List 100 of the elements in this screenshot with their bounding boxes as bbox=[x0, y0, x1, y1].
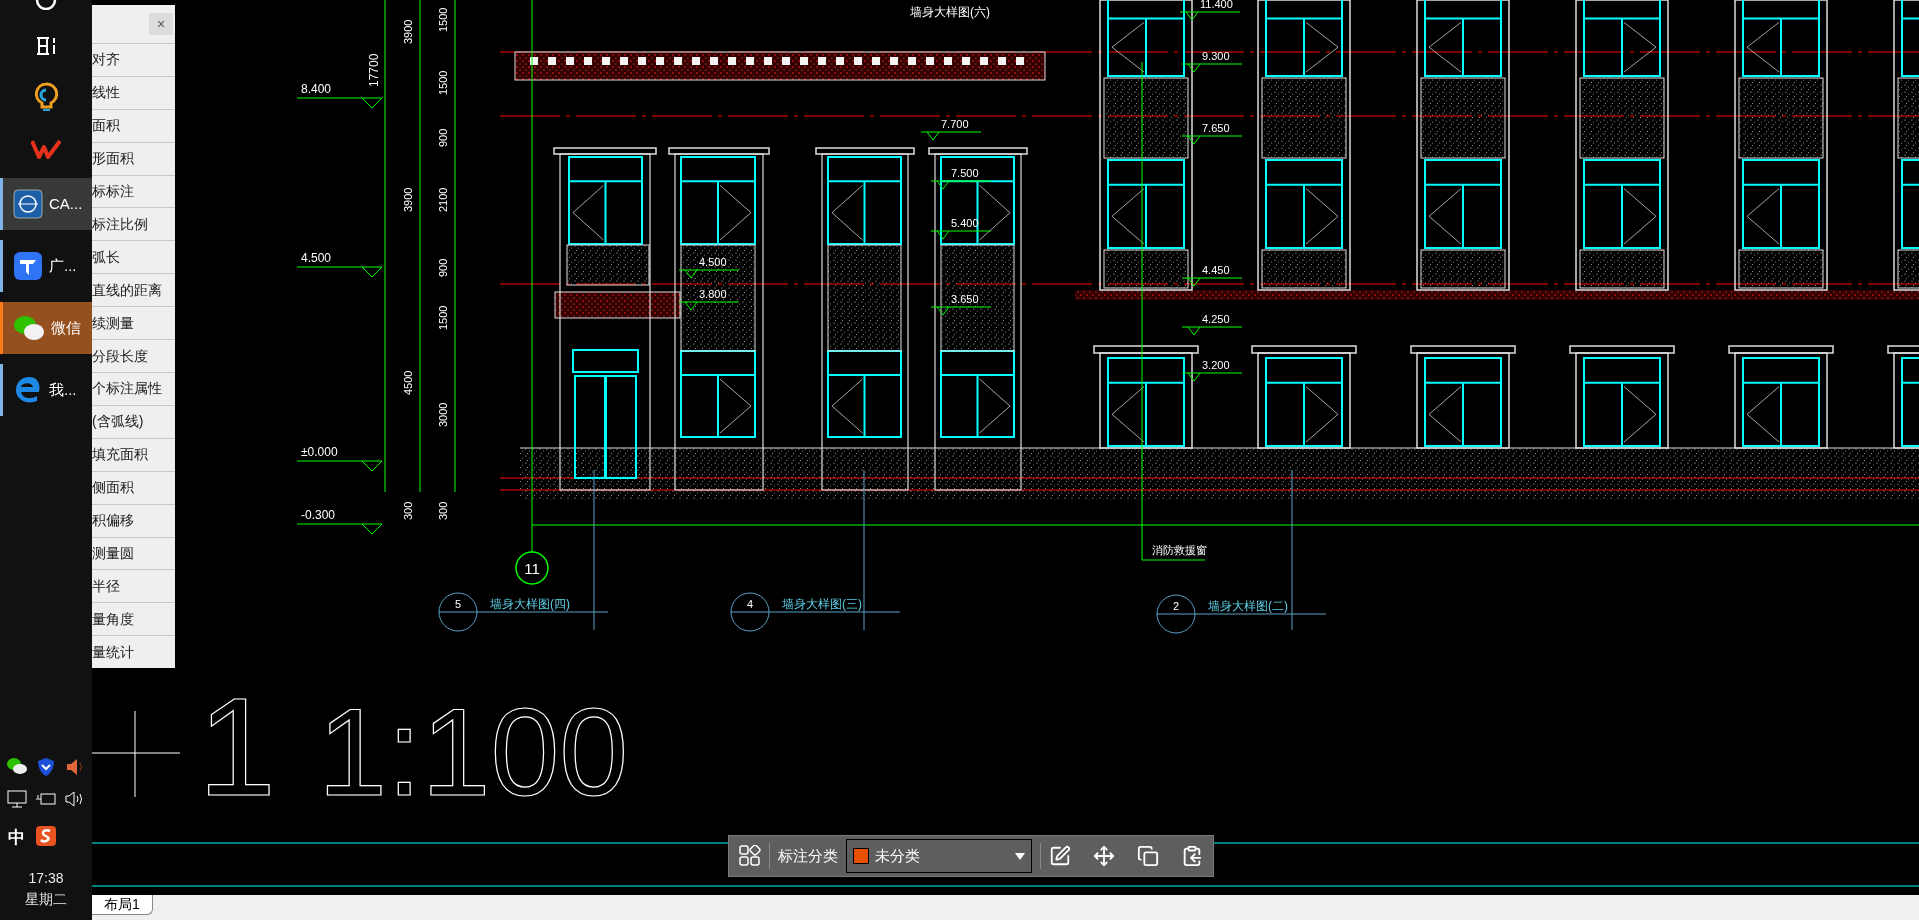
callout-number: 4 bbox=[746, 598, 754, 610]
grid-shapes-icon[interactable] bbox=[739, 845, 761, 867]
level-marker bbox=[1181, 135, 1243, 145]
level-marker bbox=[678, 301, 740, 311]
measure-menu-item[interactable]: (含弧线) bbox=[92, 404, 175, 438]
dimension-label: 300 bbox=[402, 501, 414, 520]
measure-menu-item[interactable]: 直线的距离 bbox=[92, 273, 175, 307]
measure-menu-item[interactable]: 量角度 bbox=[92, 602, 175, 636]
level-marker bbox=[920, 131, 982, 141]
measure-menu-item[interactable]: 分段长度 bbox=[92, 339, 175, 372]
level-marker bbox=[1181, 277, 1243, 287]
level-label: 7.700 bbox=[941, 118, 969, 130]
measure-menu-item[interactable]: 半径 bbox=[92, 569, 175, 603]
chat-bubbles-icon[interactable] bbox=[5, 756, 28, 775]
copy-icon[interactable] bbox=[1137, 845, 1159, 867]
scale-text: 1:100 bbox=[318, 683, 629, 821]
swatch-icon bbox=[853, 848, 869, 864]
level-marker bbox=[930, 230, 992, 240]
dimension-label: 3000 bbox=[437, 402, 449, 427]
taskbar-app-button[interactable]: 微信 bbox=[0, 302, 92, 354]
callout-title: 墙身大样图(六) bbox=[910, 5, 990, 19]
measure-menu-item[interactable]: 测量圆 bbox=[92, 536, 175, 570]
level-label: 7.650 bbox=[1202, 122, 1230, 134]
dimension-label: 4500 bbox=[402, 370, 414, 395]
level-marker bbox=[1181, 63, 1243, 73]
caret-icon bbox=[1015, 852, 1025, 860]
measure-menu-item[interactable]: 弧长 bbox=[92, 240, 175, 274]
dimension-label: 17700 bbox=[367, 53, 381, 87]
elevation-label: 4.500 bbox=[301, 251, 332, 265]
app-label: 微信 bbox=[51, 317, 81, 338]
app-tile-icon bbox=[13, 251, 43, 281]
level-marker bbox=[1179, 11, 1241, 21]
measure-menu-item[interactable]: 续测量 bbox=[92, 306, 175, 340]
measure-menu-item[interactable]: 面积 bbox=[92, 108, 175, 142]
level-label: 11.400 bbox=[1200, 0, 1233, 10]
callout-title: 墙身大样图(四) bbox=[490, 597, 570, 611]
move-icon[interactable] bbox=[1093, 845, 1115, 867]
elevation-label: 8.400 bbox=[301, 82, 332, 96]
split-view-icon[interactable] bbox=[35, 36, 57, 56]
note-label: 消防救援窗 bbox=[1152, 544, 1207, 556]
dimension-label: 3900 bbox=[402, 19, 414, 44]
measure-menu-item[interactable]: 量统计 bbox=[92, 635, 175, 669]
shield-icon[interactable] bbox=[36, 756, 56, 777]
dimension-label: 1500 bbox=[437, 305, 449, 330]
taskbar-app-button[interactable]: CA... bbox=[0, 178, 92, 230]
level-label: 3.650 bbox=[951, 293, 979, 305]
bulb-app-icon[interactable] bbox=[33, 82, 59, 112]
clock-weekday[interactable]: 星期二 bbox=[25, 889, 67, 910]
measure-menu-item[interactable]: 标标注 bbox=[92, 174, 175, 208]
dimension-label: 3900 bbox=[402, 187, 414, 212]
dimension-label: 1500 bbox=[437, 70, 449, 95]
measure-menu-item[interactable]: 线性 bbox=[92, 75, 175, 109]
paste-icon[interactable] bbox=[1181, 845, 1203, 867]
category-dropdown[interactable]: 未分类 bbox=[846, 839, 1032, 873]
callout-title: 墙身大样图(二) bbox=[1208, 599, 1288, 613]
measure-menu-item[interactable]: 个标注属性 bbox=[92, 371, 175, 405]
level-label: 4.250 bbox=[1202, 313, 1230, 325]
dimension-label: 900 bbox=[437, 128, 449, 147]
edit-icon[interactable] bbox=[1049, 845, 1071, 867]
layout-tab[interactable]: 布局1 bbox=[92, 895, 153, 915]
measure-menu-item[interactable]: 对齐 bbox=[92, 42, 175, 76]
callout-title: 墙身大样图(三) bbox=[782, 597, 862, 611]
dimension-label: 300 bbox=[437, 501, 449, 520]
level-label: 4.450 bbox=[1202, 264, 1230, 276]
scale-text: 1 bbox=[198, 668, 276, 825]
measure-menu-item[interactable]: 侧面积 bbox=[92, 470, 175, 504]
app-label: CA... bbox=[49, 193, 83, 214]
monitor-icon[interactable] bbox=[5, 788, 28, 809]
level-marker bbox=[1181, 326, 1243, 336]
input-app-icon[interactable] bbox=[35, 824, 57, 847]
app-label: 我... bbox=[49, 379, 77, 400]
level-label: 7.500 bbox=[951, 167, 979, 179]
callout-number: 5 bbox=[454, 598, 462, 610]
level-marker bbox=[930, 180, 992, 190]
callout-number: 2 bbox=[1172, 600, 1180, 612]
toolbar-label: 标注分类 bbox=[778, 845, 838, 866]
measure-menu-item[interactable]: 标注比例 bbox=[92, 207, 175, 241]
dimension-label: 900 bbox=[437, 258, 449, 277]
level-marker bbox=[930, 306, 992, 316]
dimension-label: 2100 bbox=[437, 187, 449, 212]
office-w-icon[interactable] bbox=[31, 138, 61, 160]
measure-menu-item[interactable]: 形面积 bbox=[92, 141, 175, 175]
level-label: 3.800 bbox=[699, 288, 727, 300]
elevation-label: -0.300 bbox=[301, 508, 336, 522]
chat-bubbles-icon bbox=[13, 314, 45, 342]
axis-bubble bbox=[515, 551, 549, 585]
clock-time[interactable]: 17:38 bbox=[28, 868, 64, 889]
close-button[interactable]: × bbox=[149, 13, 173, 35]
crosshair-cursor-icon bbox=[92, 710, 181, 798]
level-label: 9.300 bbox=[1202, 50, 1230, 62]
elevation-label: ±0.000 bbox=[301, 445, 338, 459]
app-label: 广... bbox=[49, 255, 77, 276]
measure-menu-item[interactable]: 填充面积 bbox=[92, 437, 175, 471]
input-method-indicator[interactable]: 中 bbox=[8, 824, 26, 850]
level-marker bbox=[1181, 372, 1243, 382]
level-label: 3.200 bbox=[1202, 359, 1230, 371]
cad-app-icon bbox=[13, 189, 43, 219]
measure-menu-item[interactable]: 积偏移 bbox=[92, 503, 175, 537]
dimension-label: 1500 bbox=[437, 7, 449, 32]
axis-label: 11 bbox=[524, 560, 540, 577]
